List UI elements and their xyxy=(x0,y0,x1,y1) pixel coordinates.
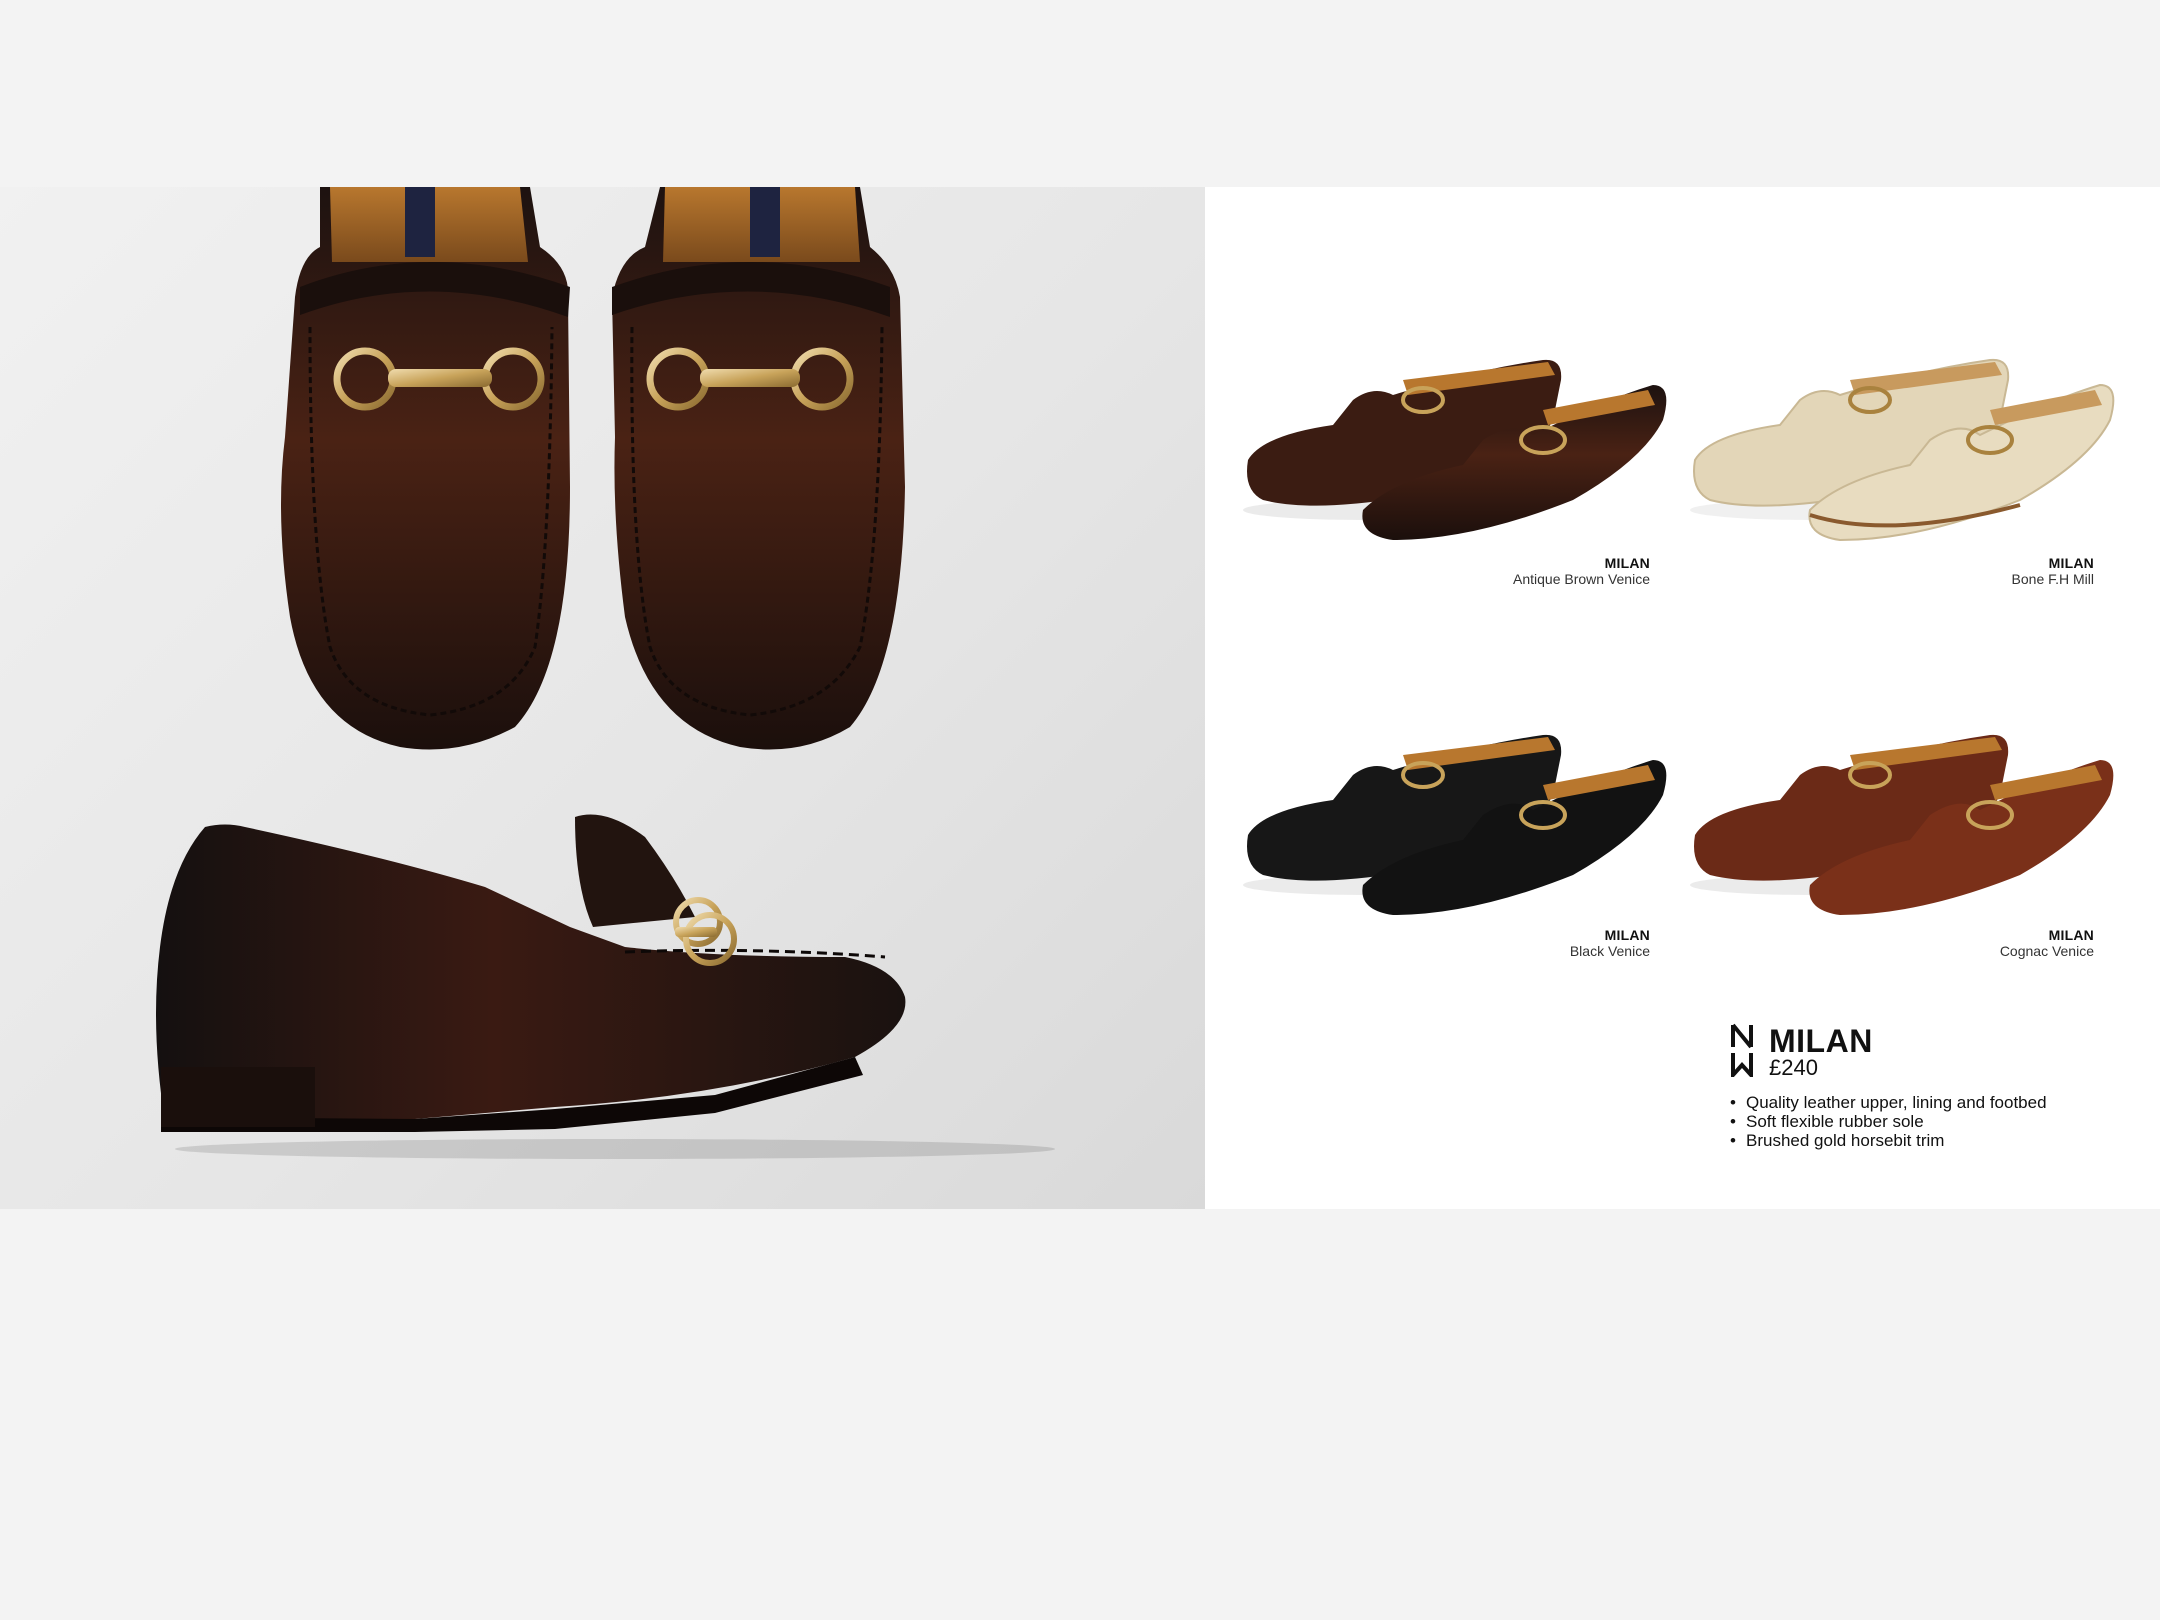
feature-item: Soft flexible rubber sole xyxy=(1730,1112,2047,1131)
feature-item: Quality leather upper, lining and footbe… xyxy=(1730,1093,2047,1112)
colorway-thumb-bone xyxy=(1690,358,2115,542)
colorway-color: Black Venice xyxy=(1569,943,1650,959)
colorway-caption-bone: MILAN Bone F.H Mill xyxy=(1884,555,2094,587)
colorway-thumb-cognac xyxy=(1690,734,2114,915)
hero-page xyxy=(0,187,1205,1209)
colorway-color: Bone F.H Mill xyxy=(2011,571,2094,587)
colorway-model: MILAN xyxy=(1604,555,1650,571)
colorway-model: MILAN xyxy=(2048,927,2094,943)
left-shoe-top xyxy=(281,187,570,750)
colorway-thumb-black xyxy=(1243,734,1667,915)
colorway-caption-cognac: MILAN Cognac Venice xyxy=(1884,927,2094,959)
product-name: MILAN xyxy=(1769,1023,1873,1059)
colorway-color: Cognac Venice xyxy=(1999,943,2094,959)
product-price: £240 xyxy=(1769,1055,1818,1080)
right-shoe-top xyxy=(612,187,905,750)
hero-side-view-image xyxy=(156,814,1055,1159)
hero-top-view-image xyxy=(281,187,905,750)
colorway-color: Antique Brown Venice xyxy=(1513,571,1650,587)
feature-list: Quality leather upper, lining and footbe… xyxy=(1730,1093,2047,1150)
colorway-thumb-antique-brown xyxy=(1243,359,1667,540)
feature-item: Brushed gold horsebit trim xyxy=(1730,1131,2047,1150)
colorway-model: MILAN xyxy=(2048,555,2094,571)
colorway-model: MILAN xyxy=(1604,927,1650,943)
colorway-caption-black: MILAN Black Venice xyxy=(1440,927,1650,959)
colorway-caption-antique-brown: MILAN Antique Brown Venice xyxy=(1440,555,1650,587)
brand-logo-icon xyxy=(1731,1023,1753,1077)
